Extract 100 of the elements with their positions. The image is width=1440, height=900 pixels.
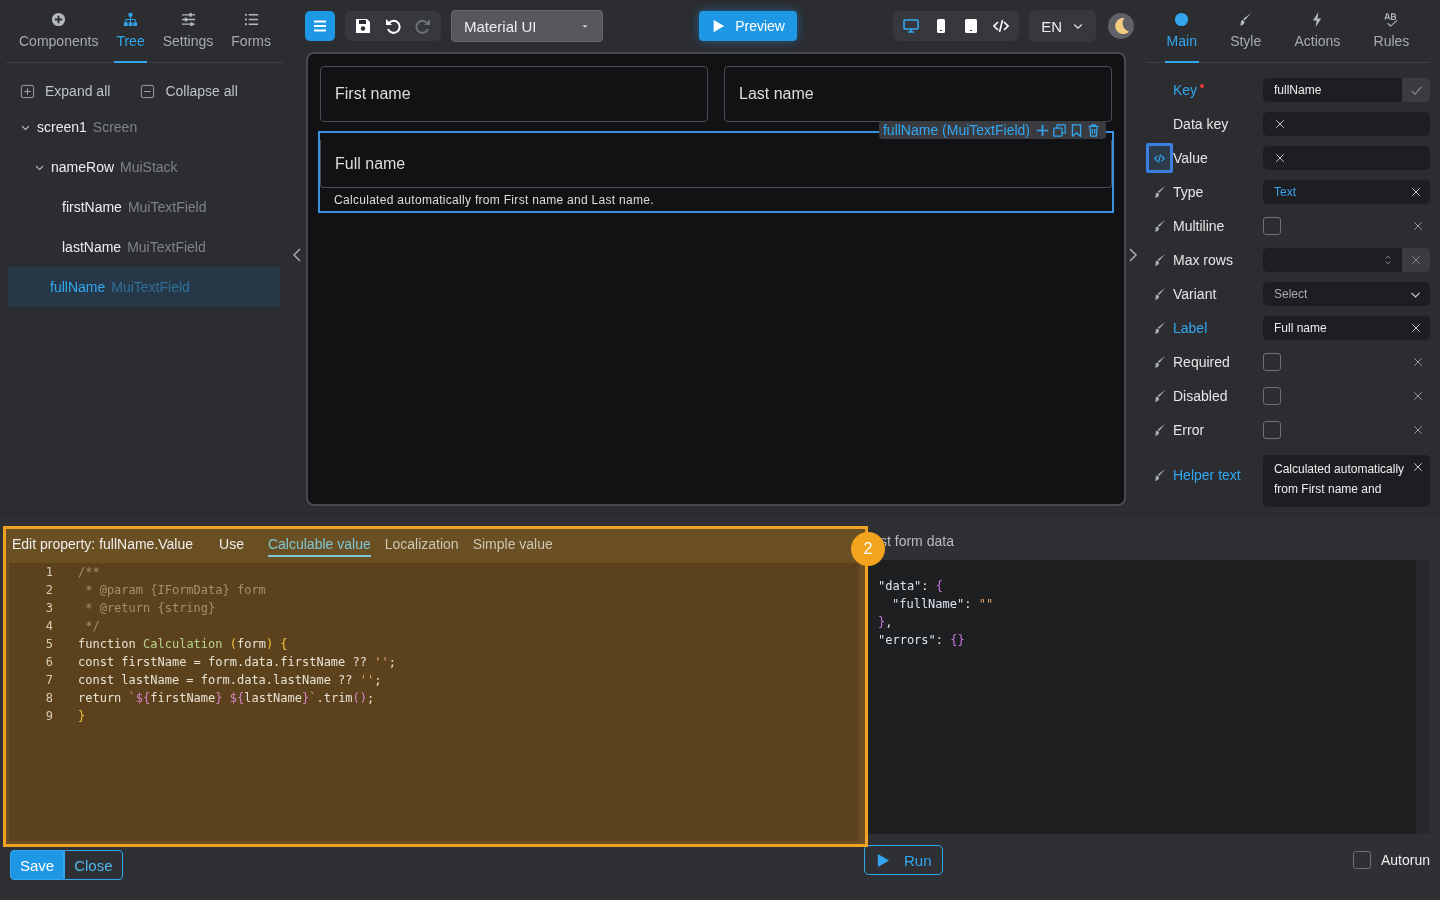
hierarchy-icon [123, 12, 139, 27]
panel-tab[interactable]: Tree [114, 0, 147, 63]
add-icon[interactable] [1036, 123, 1049, 137]
mode-tab[interactable]: Calculable value [267, 531, 371, 557]
clear-icon[interactable] [1274, 152, 1286, 164]
brush-icon[interactable] [1152, 219, 1167, 233]
brush-icon[interactable] [1152, 287, 1167, 301]
line-number: 4 [44, 619, 53, 633]
tree-item[interactable]: firstName MuiTextField [6, 187, 284, 227]
property-label: Helper text [1173, 467, 1241, 483]
property-field[interactable] [1263, 146, 1430, 170]
property-field[interactable]: Full name [1263, 316, 1430, 340]
copy-icon[interactable] [1053, 123, 1066, 137]
spellcheck-icon [1383, 12, 1399, 27]
clear-icon[interactable] [1412, 220, 1424, 232]
clear-icon[interactable] [1412, 390, 1424, 402]
save-button[interactable]: Save [10, 850, 65, 880]
panel-tab[interactable]: Rules [1371, 0, 1412, 63]
code-line: "fullName": "" [892, 596, 994, 613]
clear-icon[interactable] [1410, 186, 1422, 198]
clear-icon[interactable] [1410, 322, 1422, 334]
preview-button[interactable]: Preview [699, 11, 797, 41]
clear-icon[interactable] [1412, 461, 1424, 473]
code-toggle-button[interactable] [1146, 143, 1173, 173]
brush-icon[interactable] [1152, 389, 1167, 403]
collapse-icon [140, 83, 156, 99]
code-line: const lastName = form.data.lastName ?? ''; [78, 673, 382, 687]
select-field[interactable]: Select [1263, 282, 1430, 306]
line-number: 1 [44, 565, 53, 579]
brush-icon[interactable] [1152, 253, 1167, 267]
property-field[interactable]: Text [1263, 180, 1430, 204]
menu-icon [312, 18, 328, 34]
menu-button[interactable] [305, 11, 335, 41]
line-number: 9 [44, 709, 53, 723]
input-field[interactable]: Full name [320, 140, 1112, 188]
brush-icon[interactable] [1152, 468, 1167, 482]
code-line: * @return {string} [84, 601, 216, 615]
property-label: Required [1173, 354, 1230, 370]
panel-tab[interactable]: Style [1228, 0, 1264, 63]
brush-icon[interactable] [1152, 185, 1167, 199]
sliders-icon [180, 12, 196, 27]
property-field[interactable] [1263, 112, 1430, 136]
tree-item[interactable]: lastName MuiTextField [6, 227, 284, 267]
autorun-checkbox[interactable]: Autorun [1352, 851, 1430, 869]
property-label: Error [1173, 422, 1205, 438]
undo-icon [385, 18, 401, 34]
brush-icon[interactable] [1152, 355, 1167, 369]
run-button[interactable]: Run [864, 845, 943, 875]
tree-item[interactable]: nameRow MuiStack [6, 147, 284, 187]
mode-tab[interactable]: Simple value [472, 531, 553, 557]
line-number: 5 [44, 637, 53, 651]
mode-tab[interactable]: Localization [384, 531, 459, 557]
tablet-icon [963, 18, 980, 34]
code-line: function Calculation (form) { [78, 637, 288, 651]
close-button[interactable]: Close [64, 850, 123, 880]
property-label: Variant [1173, 286, 1217, 302]
component-tag: fullName (MuiTextField) [882, 123, 1030, 137]
theme-dropdown[interactable]: Material UI [451, 10, 603, 42]
helper-text-field[interactable]: Calculated automatically from First name and [1263, 455, 1430, 507]
clear-icon[interactable] [1274, 118, 1286, 130]
tree-item[interactable]: screen1 Screen [6, 107, 284, 147]
play-icon [875, 852, 890, 868]
code-line: /** [78, 565, 100, 579]
property-field[interactable]: fullName [1263, 78, 1402, 102]
plus-circle-icon [51, 12, 67, 27]
line-number: 8 [44, 691, 53, 705]
property-label: Label [1173, 320, 1208, 336]
number-field[interactable] [1263, 248, 1402, 272]
clear-icon[interactable] [1412, 424, 1424, 436]
panel-tab[interactable]: Components [17, 0, 101, 63]
code-icon [1154, 152, 1165, 164]
brush-icon[interactable] [1152, 423, 1167, 437]
code-icon [993, 18, 1010, 34]
panel-tab[interactable]: Settings [160, 0, 216, 63]
code-line: "data": { [878, 578, 944, 595]
collapse-all-button[interactable]: Collapse all [140, 83, 238, 99]
line-number: 3 [44, 601, 53, 615]
expand-all-button[interactable]: Expand all [20, 83, 111, 99]
code-line: return `${firstName} ${lastName}`.trim(); [78, 691, 375, 705]
theme-toggle[interactable] [1106, 11, 1136, 41]
brush-icon[interactable] [1152, 321, 1167, 335]
checkbox[interactable] [1263, 421, 1281, 439]
input-field[interactable]: First name [320, 66, 708, 122]
panel-tab[interactable]: Main [1164, 0, 1199, 63]
panel-tab[interactable]: Forms [229, 0, 273, 63]
clear-icon[interactable] [1412, 356, 1424, 368]
clear-button[interactable] [1402, 248, 1430, 272]
line-number: 2 [44, 583, 53, 597]
checkbox[interactable] [1263, 217, 1281, 235]
checkbox[interactable] [1263, 353, 1281, 371]
bookmark-icon[interactable] [1070, 123, 1083, 137]
tree-item[interactable]: fullName MuiTextField [8, 267, 280, 307]
panel-tab[interactable]: Actions [1292, 0, 1343, 63]
property-label: Type [1173, 184, 1204, 200]
checkbox[interactable] [1263, 387, 1281, 405]
code-line: const firstName = form.data.firstName ?? ''; [78, 655, 396, 669]
delete-icon[interactable] [1087, 123, 1100, 137]
language-dropdown[interactable]: EN [1029, 10, 1096, 42]
code-line: */ [84, 619, 100, 633]
use-label: Use [219, 536, 244, 552]
